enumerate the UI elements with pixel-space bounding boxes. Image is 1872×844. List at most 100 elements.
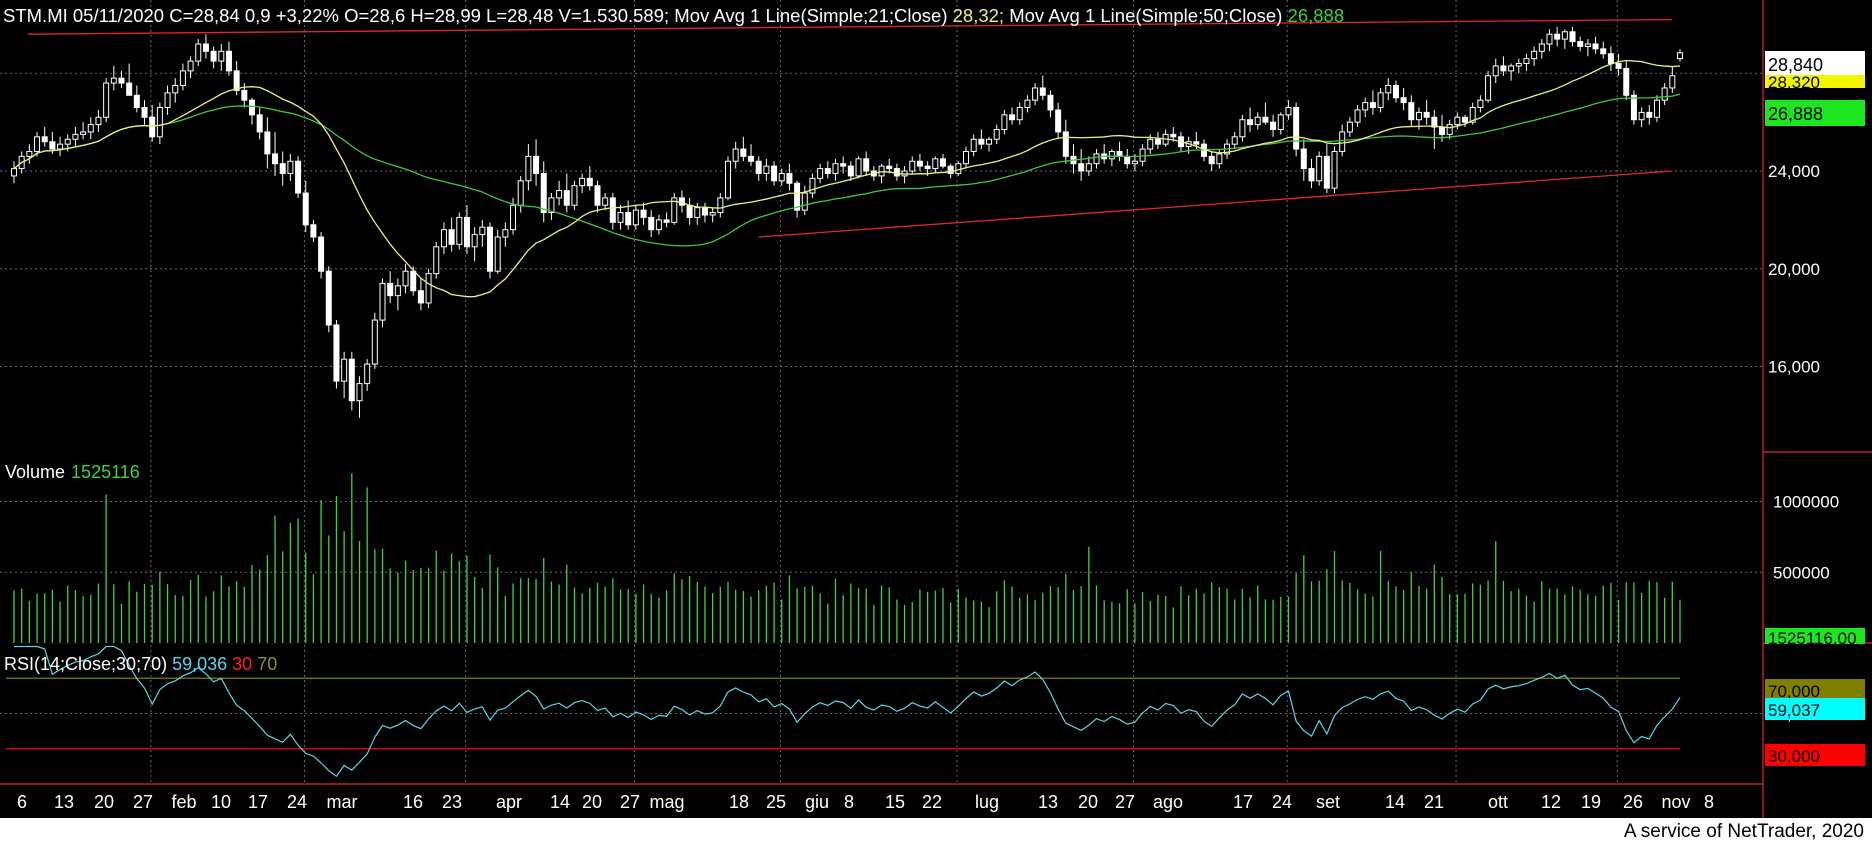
candle-body	[609, 197, 616, 223]
candle-body	[1546, 33, 1553, 45]
candle-body	[1638, 111, 1645, 121]
candle-body	[1492, 65, 1499, 77]
x-tick-label: giu	[805, 792, 829, 812]
candle-body	[1623, 67, 1630, 96]
candle-body	[225, 50, 232, 72]
candle-body	[1392, 85, 1399, 99]
candle-body	[648, 216, 655, 231]
candle-body	[1323, 155, 1330, 189]
candle-body	[318, 236, 325, 272]
candle-body	[1669, 75, 1676, 89]
x-tick-label: 27	[620, 792, 640, 812]
candle-body	[333, 324, 340, 382]
candle-body	[1408, 102, 1415, 121]
stock-chart: 24,00020,00016,000100000050000050,000 61…	[0, 0, 1872, 818]
candle-body	[963, 150, 969, 165]
candle-body	[717, 197, 724, 214]
candle-body	[456, 216, 463, 245]
candle-body	[256, 114, 263, 133]
candle-body	[556, 190, 563, 199]
x-tick-label: 14	[1385, 792, 1405, 812]
candle-body	[410, 270, 417, 292]
candle-body	[1415, 111, 1422, 121]
x-tick-label: 19	[1581, 792, 1601, 812]
volume-tick-label: 500000	[1773, 563, 1830, 582]
x-tick-label: nov	[1661, 792, 1690, 812]
candle-body	[1377, 92, 1384, 109]
candle	[1485, 70, 1492, 103]
candle	[371, 312, 378, 369]
candle-body	[448, 229, 455, 245]
candle-body	[571, 185, 578, 206]
candle-body	[1055, 109, 1062, 133]
candle-body	[763, 165, 770, 174]
ma50-legend-label: Mov Avg 1 Line(Simple;50;Close)	[1004, 5, 1282, 26]
candle	[103, 78, 110, 123]
ma21-legend-label: Mov Avg 1 Line(Simple;21;Close)	[669, 5, 947, 26]
candle-body	[1024, 99, 1031, 109]
candle	[425, 268, 432, 308]
x-tick-label: feb	[171, 792, 196, 812]
rsi-legend-value: 59,036	[172, 654, 227, 674]
candle	[1316, 151, 1323, 186]
candle-body	[632, 209, 639, 226]
candle-body	[893, 168, 900, 177]
candle-body	[1047, 94, 1054, 111]
candle-body	[371, 319, 378, 365]
x-tick-label: 16	[403, 792, 423, 812]
candle-body	[110, 77, 117, 84]
candle-body	[279, 163, 286, 174]
x-tick-label: 20	[1078, 792, 1098, 812]
rsi-value-badge-text: 59,037	[1768, 701, 1820, 720]
candle-body	[655, 219, 662, 231]
candle	[1630, 90, 1637, 125]
candle	[1293, 102, 1300, 157]
close-badge-text: 28,840	[1768, 55, 1823, 75]
candle-body	[771, 165, 778, 182]
price-legend: STM.MI 05/11/2020 C=28,84 0,9 +3,22% O=2…	[3, 5, 1344, 26]
candle-body	[817, 168, 824, 179]
candle-body	[64, 138, 71, 145]
candle-body	[49, 141, 56, 150]
rsi-legend-low: 30	[232, 654, 252, 674]
candle-body	[932, 158, 939, 170]
candle	[456, 212, 463, 250]
x-tick-label: 25	[766, 792, 786, 812]
candle	[955, 161, 962, 176]
x-tick-label: mag	[649, 792, 684, 812]
x-tick-label: 26	[1623, 792, 1643, 812]
candle-body	[1131, 160, 1138, 165]
candle-body	[794, 182, 801, 211]
candle	[487, 222, 493, 279]
x-tick-label: 13	[1038, 792, 1058, 812]
footer-credit: A service of NetTrader, 2020	[1623, 821, 1864, 842]
candle-body	[832, 163, 839, 174]
candle-body	[402, 270, 409, 287]
candle-body	[1600, 48, 1607, 55]
candle-body	[1193, 141, 1200, 145]
candle-body	[1523, 58, 1530, 65]
candle-body	[141, 107, 148, 118]
candle-body	[210, 50, 217, 62]
candle-body	[1116, 150, 1123, 157]
candle-body	[1630, 94, 1637, 121]
candle-body	[1500, 65, 1507, 72]
candle-body	[1439, 126, 1445, 135]
candle-body	[778, 172, 785, 182]
x-tick-label: 17	[248, 792, 268, 812]
candle	[333, 320, 340, 389]
candle-body	[417, 290, 424, 304]
x-tick-label: 8	[844, 792, 854, 812]
candle-body	[310, 224, 317, 238]
candle-body	[740, 148, 747, 157]
candle-body	[1477, 99, 1484, 109]
rsi-legend: RSI(14;Close;30;70) 59,036 30 70	[4, 654, 277, 674]
candle-body	[1362, 102, 1369, 111]
candle-body	[1231, 136, 1238, 145]
candle-body	[433, 246, 440, 275]
candle-body	[533, 155, 540, 174]
x-tick-label: 13	[54, 792, 74, 812]
candle-body	[755, 160, 762, 174]
candle-body	[1615, 63, 1622, 69]
candle-body	[878, 165, 885, 177]
